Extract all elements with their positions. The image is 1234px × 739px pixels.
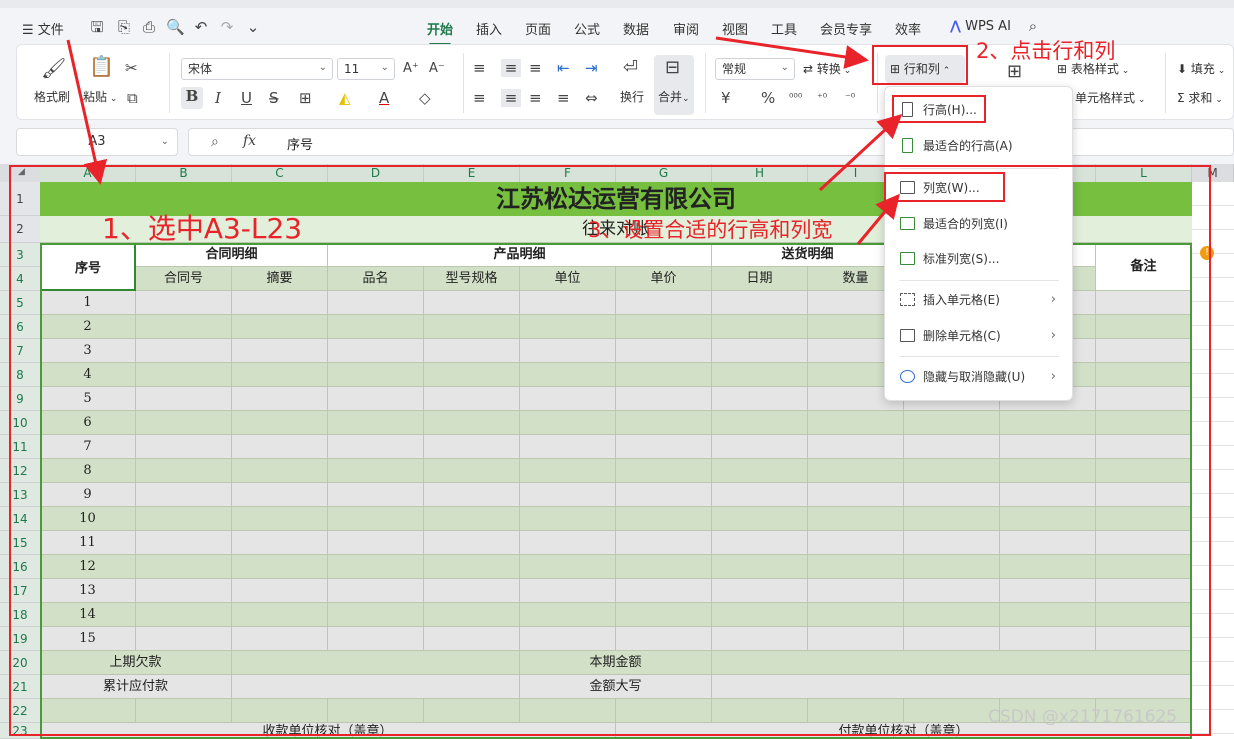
annotation-step2: 2、点击行和列 [976, 39, 1116, 63]
annotation-step1: 1、选中A3-L23 [102, 212, 303, 245]
watermark: CSDN @x2171761625 [988, 707, 1178, 727]
annotation-arrows [66, 36, 903, 245]
annotation-step3: 3、设置合适的行高和列宽 [588, 218, 833, 242]
arrow-step3-row [818, 113, 903, 192]
arrow-step3-col [856, 193, 900, 245]
arrow-step1 [66, 39, 108, 185]
arrow-step2 [715, 36, 869, 69]
